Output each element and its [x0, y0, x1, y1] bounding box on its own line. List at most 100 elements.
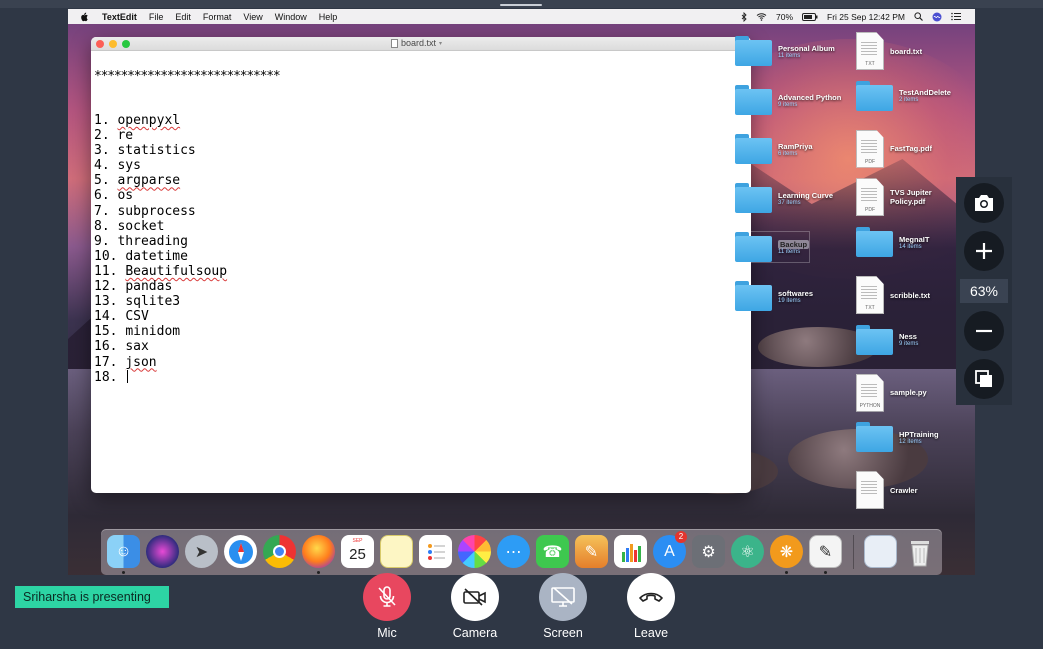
menu-clock[interactable]: Fri 25 Sep 12:42 PM: [827, 12, 905, 22]
window-top-strip: [0, 0, 1043, 8]
battery-icon[interactable]: [802, 12, 818, 21]
textedit-titlebar[interactable]: board.txt ▾: [91, 37, 751, 51]
jupyter-icon[interactable]: ❋: [770, 535, 803, 568]
numbers-icon[interactable]: [614, 535, 647, 568]
desktop-item[interactable]: HPTraining 12 items: [856, 422, 939, 453]
document-preview-lines: [861, 188, 877, 203]
desktop-item[interactable]: Ness 9 items: [856, 324, 918, 355]
file-type-tag: TXT: [865, 61, 875, 67]
desktop-item[interactable]: TXT scribble.txt: [856, 276, 930, 314]
screen-share-button[interactable]: [539, 573, 587, 621]
desktop-item[interactable]: TXT board.txt: [856, 32, 922, 70]
leave-label: Leave: [633, 626, 669, 640]
zoom-in-button[interactable]: [964, 231, 1004, 271]
desktop-item[interactable]: Learning Curve 37 items: [735, 183, 833, 213]
siri-icon[interactable]: [932, 12, 942, 22]
desktop-item-name: scribble.txt: [890, 290, 931, 300]
desktop-item-count: 19 items: [778, 297, 801, 304]
desktop-item[interactable]: TestAndDelete 2 items: [856, 80, 951, 111]
spotlight-search-icon[interactable]: [914, 12, 923, 21]
firefox-icon[interactable]: [302, 535, 335, 568]
module-line: 15. minidom: [94, 324, 227, 339]
desktop-item[interactable]: Crawler: [856, 471, 918, 510]
drag-handle[interactable]: [500, 4, 542, 6]
desktop-item[interactable]: Advanced Python 9 items: [735, 85, 841, 115]
menu-window[interactable]: Window: [275, 12, 307, 22]
facetime-icon[interactable]: ☎: [536, 535, 569, 568]
folder-icon: [735, 36, 772, 66]
desktop-item-name: Learning Curve: [778, 190, 834, 200]
desktop-item[interactable]: Backup 11 items: [733, 231, 811, 263]
desktop-item[interactable]: PDF TVS Jupiter Policy.pdf: [856, 178, 946, 217]
desktop-item[interactable]: Personal Album 11 items: [735, 36, 835, 66]
menu-app-name[interactable]: TextEdit: [102, 12, 137, 22]
menu-file[interactable]: File: [149, 12, 164, 22]
module-line: 12. pandas: [94, 279, 227, 294]
desktop-item[interactable]: RamPriya 6 items: [735, 134, 813, 164]
file-type-tag: PDF: [865, 207, 875, 214]
chevron-down-icon[interactable]: ▾: [439, 40, 442, 47]
desktop-item-name: Backup: [778, 239, 810, 249]
safari-icon[interactable]: [224, 535, 257, 568]
wifi-icon[interactable]: [756, 12, 767, 21]
bluetooth-icon[interactable]: [741, 11, 747, 22]
siri-app-icon[interactable]: [146, 535, 179, 568]
photos-icon[interactable]: [458, 535, 491, 568]
desktop-item-name: softwares: [778, 288, 814, 298]
calendar-icon[interactable]: SEP 25: [341, 535, 374, 568]
menu-edit[interactable]: Edit: [175, 12, 191, 22]
folder-icon: [735, 85, 772, 115]
desktop-item[interactable]: MegnaIT 14 items: [856, 227, 929, 258]
line-number: 4.: [94, 158, 110, 174]
zoom-panel: 63%: [956, 177, 1012, 405]
battery-percent: 70%: [776, 11, 794, 22]
chrome-icon[interactable]: [263, 535, 296, 568]
screen-share-off-icon: [551, 587, 575, 607]
menu-help[interactable]: Help: [319, 12, 338, 22]
textedit-icon[interactable]: ✎: [809, 535, 842, 568]
window-zoom-button[interactable]: [122, 40, 130, 48]
line-number: 14.: [94, 309, 118, 325]
desktop-item[interactable]: PDF FastTag.pdf: [856, 129, 932, 168]
trash-icon[interactable]: [903, 535, 936, 568]
camera-button[interactable]: [451, 573, 499, 621]
launchpad-icon[interactable]: ➤: [185, 535, 218, 568]
desktop-item[interactable]: softwares 19 items: [735, 281, 813, 311]
module-name: subprocess: [117, 203, 196, 219]
window-title[interactable]: board.txt ▾: [391, 38, 442, 48]
leave-button[interactable]: [627, 573, 675, 621]
mic-control: Mic: [352, 573, 422, 640]
notes-icon[interactable]: [380, 535, 413, 568]
desktop-item-name: RamPriya: [778, 141, 813, 151]
menu-format[interactable]: Format: [203, 12, 232, 22]
messages-icon[interactable]: ⋯: [497, 535, 530, 568]
notification-center-icon[interactable]: [951, 12, 961, 21]
system-preferences-icon[interactable]: ⚙: [692, 535, 725, 568]
copy-icon: [975, 370, 992, 387]
line-number: 6.: [94, 188, 110, 204]
pages-icon[interactable]: ✎: [575, 535, 608, 568]
desktop-item-count: 37 items: [778, 199, 801, 206]
window-close-button[interactable]: [96, 40, 104, 48]
calendar-month: SEP: [352, 538, 363, 544]
module-line: 13. sqlite3: [94, 294, 227, 309]
fit-to-window-button[interactable]: [964, 359, 1004, 399]
reminders-icon[interactable]: [419, 535, 452, 568]
finder-icon[interactable]: ☺: [107, 535, 140, 568]
menu-view[interactable]: View: [243, 12, 262, 22]
leave-control: Leave: [616, 573, 686, 640]
text-editor-area[interactable]: **************************** 1. openpyxl…: [94, 57, 744, 487]
apple-icon[interactable]: [80, 12, 88, 22]
screenshot-button[interactable]: [964, 183, 1004, 223]
desktop-item[interactable]: PYTHON sample.py: [856, 373, 927, 412]
zoom-out-button[interactable]: [964, 311, 1004, 351]
atom-icon[interactable]: ⚛: [731, 535, 764, 568]
module-name: socket: [117, 218, 165, 234]
module-line: 11. Beautifulsoup: [94, 264, 227, 279]
line-number: 17.: [94, 354, 118, 370]
downloads-stack-icon[interactable]: [864, 535, 897, 568]
module-name: minidom: [125, 324, 181, 340]
mic-button[interactable]: [363, 573, 411, 621]
desktop-item-name: Ness: [899, 332, 917, 342]
window-minimize-button[interactable]: [109, 40, 117, 48]
